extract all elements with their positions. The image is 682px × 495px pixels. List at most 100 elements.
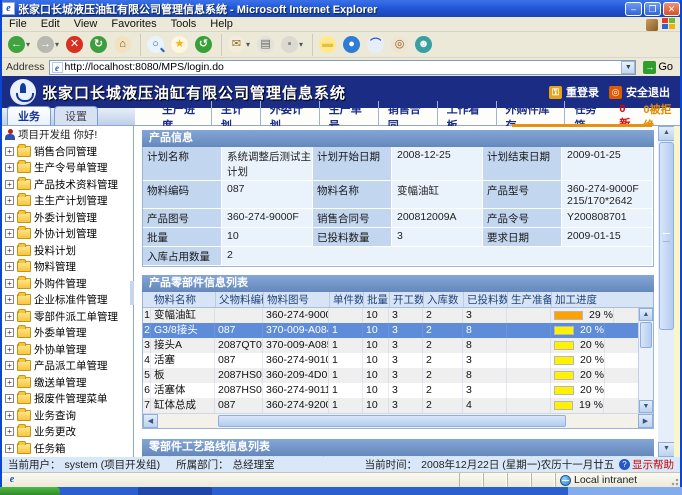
print-button[interactable]: ▤ (255, 34, 276, 56)
address-field[interactable]: e ▼ (49, 60, 637, 75)
start-button[interactable] (0, 487, 60, 495)
sidebar-item[interactable]: 报废件管理菜单 (5, 391, 133, 408)
history-button[interactable]: ↺ (193, 34, 214, 56)
sidebar-item[interactable]: 外购件管理 (5, 275, 133, 292)
scroll-thumb[interactable] (640, 322, 652, 348)
G3/8接头[interactable]: 2 G3/8接头 087 370-009-A0840 1 10 3 2 8 20… (143, 323, 653, 338)
edit-button[interactable]: ▪ (279, 34, 305, 56)
sidebar-splitter[interactable] (130, 281, 134, 305)
taskbar-task-button[interactable] (138, 487, 212, 495)
sidebar-item[interactable]: 业务查询 (5, 407, 133, 424)
expand-icon[interactable] (5, 262, 14, 271)
refresh-button[interactable]: ↻ (88, 34, 109, 56)
缸体总成[interactable]: 7 缸体总成 087 360-274-9200F 1 10 3 2 4 19 % (143, 398, 653, 413)
sidebar-item[interactable]: 主生产计划管理 (5, 193, 133, 210)
sidebar-item[interactable]: 零部件派工单管理 (5, 308, 133, 325)
sidebar-item[interactable]: 外协计划管理 (5, 226, 133, 243)
column-header[interactable]: 物料名称 (151, 292, 215, 307)
column-header[interactable]: 单件数量 (329, 292, 363, 307)
menu-item[interactable]: Favorites (104, 18, 163, 30)
expand-icon[interactable] (5, 147, 14, 156)
expand-icon[interactable] (5, 427, 14, 436)
favorites-button[interactable]: ★ (169, 34, 190, 56)
stop-button[interactable]: ✕ (64, 34, 85, 56)
expand-icon[interactable] (5, 328, 14, 337)
minimize-button[interactable]: – (625, 2, 642, 16)
back-button[interactable]: ← (6, 34, 32, 56)
address-dropdown-button[interactable]: ▼ (621, 61, 635, 74)
browser-addon-icon[interactable] (646, 19, 658, 31)
expand-icon[interactable] (5, 361, 14, 370)
活塞[interactable]: 4 活塞 087 360-274-9010F 1 10 3 2 3 20 % (143, 353, 653, 368)
expand-icon[interactable] (5, 378, 14, 387)
expand-icon[interactable] (5, 246, 14, 255)
web-button[interactable]: ● (341, 34, 362, 56)
sidebar-item[interactable]: 外协单管理 (5, 341, 133, 358)
expand-icon[interactable] (5, 163, 14, 172)
go-button[interactable]: → Go (640, 59, 676, 75)
parts-horizontal-scrollbar[interactable]: ◀ ▶ (143, 413, 653, 428)
sidebar-item[interactable]: 投料计划 (5, 242, 133, 259)
mail-button[interactable]: ✉ (221, 34, 252, 56)
research-button[interactable]: ◎ (389, 34, 410, 56)
scroll-up-icon[interactable]: ▲ (639, 308, 653, 321)
maximize-button[interactable]: ❐ (644, 2, 661, 16)
expand-icon[interactable] (5, 411, 14, 420)
sidebar-item[interactable]: 企业标准件管理 (5, 292, 133, 309)
scroll-left-icon[interactable]: ◀ (143, 414, 158, 428)
expand-icon[interactable] (5, 196, 14, 205)
sidebar-item[interactable]: 外委计划管理 (5, 209, 133, 226)
parts-vertical-scrollbar[interactable]: ▲ ▼ (638, 308, 653, 413)
sidebar-item[interactable]: 产品派工单管理 (5, 358, 133, 375)
column-header[interactable]: 已投料数 (463, 292, 507, 307)
notes-button[interactable]: ▬ (312, 34, 338, 56)
scroll-down-icon[interactable]: ▼ (639, 400, 653, 413)
scroll-thumb[interactable] (659, 142, 674, 330)
column-header[interactable]: 开工数 (389, 292, 423, 307)
expand-icon[interactable] (5, 279, 14, 288)
expand-icon[interactable] (5, 394, 14, 403)
address-input[interactable] (65, 61, 622, 73)
column-header[interactable]: 生产准备 (507, 292, 551, 307)
expand-icon[interactable] (5, 213, 14, 222)
expand-icon[interactable] (5, 229, 14, 238)
media-button[interactable]: ⌒ (365, 34, 386, 56)
relogin-button[interactable]: ⚿ 重登录 (549, 84, 599, 100)
column-header[interactable]: 物料图号 (263, 292, 329, 307)
search-button[interactable]: ○ (140, 34, 166, 56)
sidebar-item[interactable]: 业务更改 (5, 424, 133, 441)
expand-icon[interactable] (5, 295, 14, 304)
scroll-thumb[interactable] (218, 415, 566, 427)
scroll-down-icon[interactable]: ▼ (658, 442, 675, 457)
column-header[interactable]: 加工进度 (551, 292, 623, 307)
menu-item[interactable]: Edit (34, 18, 67, 30)
活塞体[interactable]: 6 活塞体 2087HS002 360-274-9011W 1 10 3 2 3… (143, 383, 653, 398)
sidebar-item[interactable]: 外委单管理 (5, 325, 133, 342)
sidebar-item[interactable]: 任务箱 (5, 440, 133, 457)
column-header[interactable]: 父物料编码 (215, 292, 263, 307)
show-help-link[interactable]: 显示帮助 (619, 457, 674, 472)
expand-icon[interactable] (5, 444, 14, 453)
变幅油缸[interactable]: 1 变幅油缸 360-274-9000F 10 3 2 3 29 % (143, 308, 653, 323)
tab[interactable]: 设置 (54, 106, 98, 125)
sidebar-item[interactable]: 产品技术资料管理 (5, 176, 133, 193)
logout-button[interactable]: ◎ 安全退出 (609, 84, 670, 100)
close-button[interactable]: ✕ (663, 2, 680, 16)
column-header[interactable]: 入库数 (423, 292, 463, 307)
resize-grip[interactable] (667, 473, 680, 487)
板[interactable]: 5 板 2087HS002 360-209-4D010 1 10 3 2 8 2… (143, 368, 653, 383)
messenger-button[interactable]: ☻ (413, 34, 434, 56)
tab[interactable]: 业务 (7, 106, 51, 125)
page-vertical-scrollbar[interactable]: ▲ ▼ (658, 126, 675, 457)
sidebar-item[interactable]: 缴送单管理 (5, 374, 133, 391)
menu-item[interactable]: Help (203, 18, 240, 30)
expand-icon[interactable] (5, 312, 14, 321)
expand-icon[interactable] (5, 345, 14, 354)
scroll-up-icon[interactable]: ▲ (658, 126, 675, 141)
sidebar-item[interactable]: 销售合同管理 (5, 143, 133, 160)
column-header[interactable]: 批量 (363, 292, 389, 307)
expand-icon[interactable] (5, 180, 14, 189)
home-button[interactable]: ⌂ (112, 34, 133, 56)
sidebar-item[interactable]: 物料管理 (5, 259, 133, 276)
scroll-right-icon[interactable]: ▶ (638, 414, 653, 428)
